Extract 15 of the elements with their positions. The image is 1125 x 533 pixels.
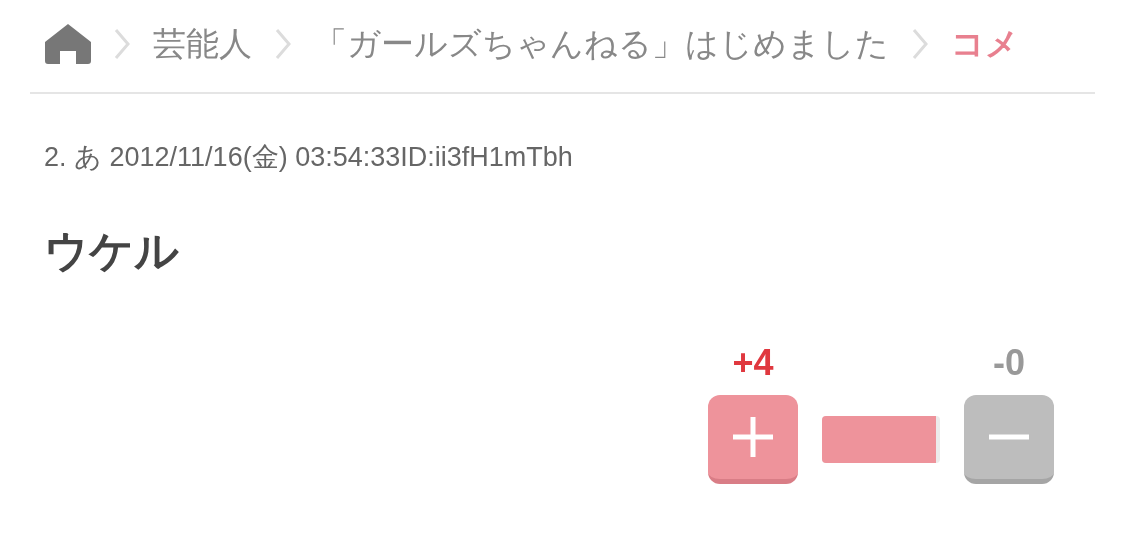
- chevron-icon: [274, 27, 292, 61]
- minus-icon: [987, 433, 1031, 441]
- breadcrumb-link[interactable]: 芸能人: [153, 19, 252, 69]
- minus-button[interactable]: [964, 395, 1054, 484]
- breadcrumb-link[interactable]: 「ガールズちゃんねる」はじめました: [314, 19, 889, 69]
- chevron-icon: [911, 27, 929, 61]
- plus-icon: [731, 415, 775, 459]
- plus-button[interactable]: [708, 395, 798, 484]
- comment-body: ウケル: [44, 229, 180, 273]
- comment-meta: 2. あ 2012/11/16(金) 03:54:33ID:ii3fH1mTbh: [44, 144, 574, 171]
- chevron-icon: [113, 27, 131, 61]
- plus-count: +4: [732, 345, 774, 381]
- minus-count: -0: [993, 345, 1025, 381]
- home-icon[interactable]: [45, 24, 91, 64]
- breadcrumb-current: コメ: [951, 24, 1019, 65]
